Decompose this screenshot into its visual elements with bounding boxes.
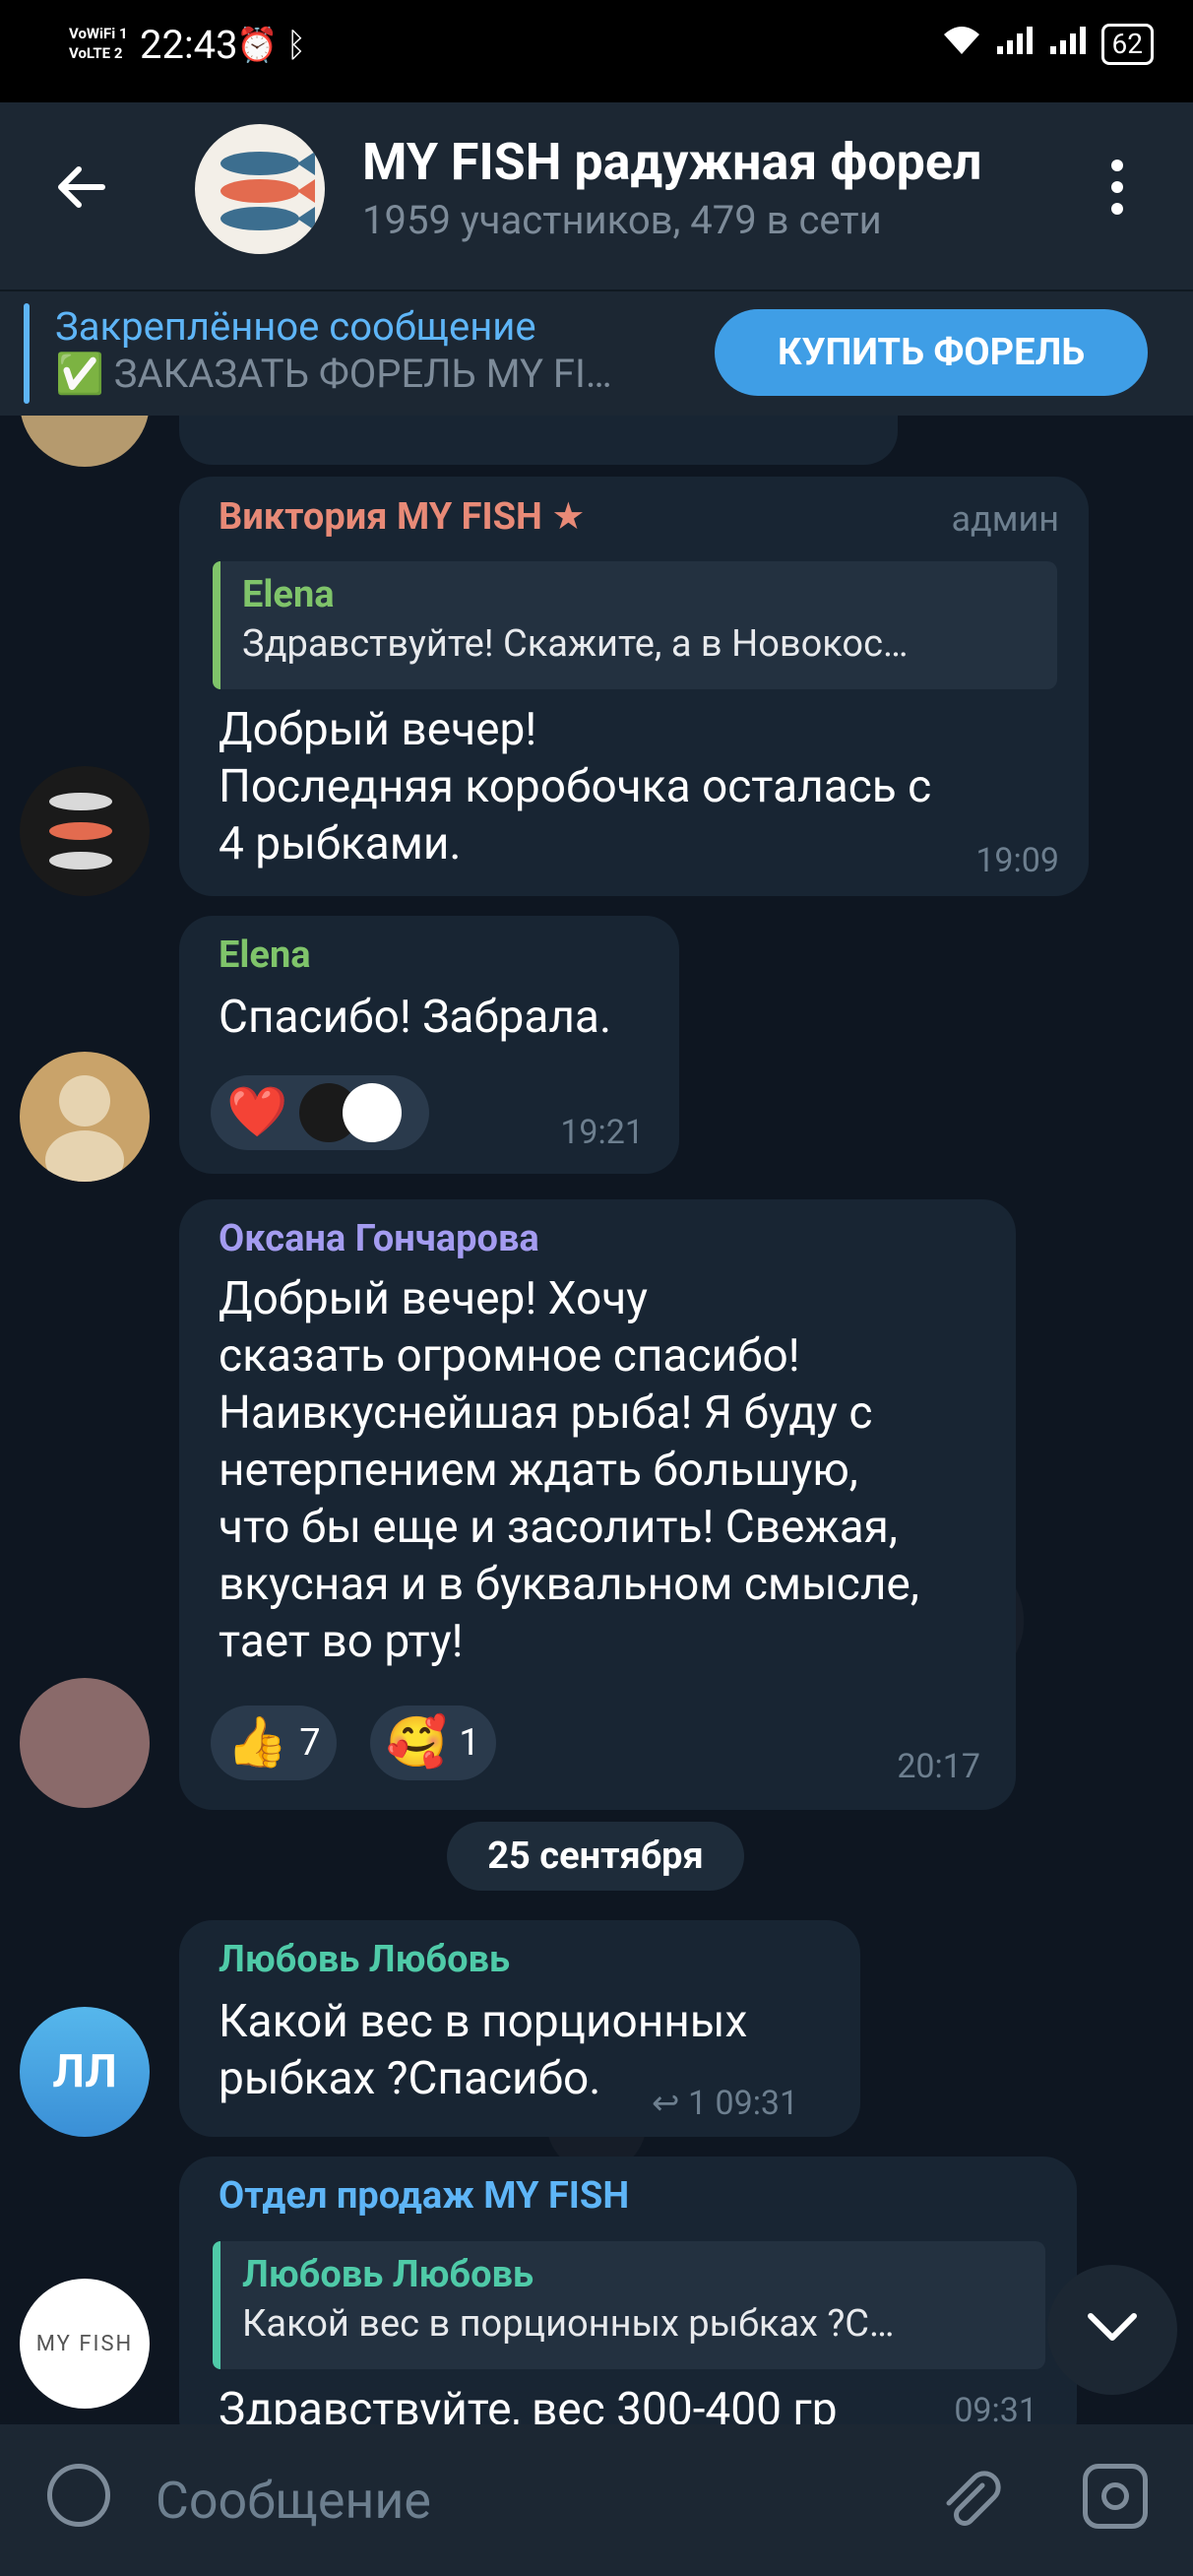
- avatar[interactable]: [20, 416, 150, 467]
- message-input[interactable]: [154, 2458, 847, 2543]
- back-arrow-icon[interactable]: [53, 160, 108, 228]
- signal-icon: [995, 25, 1035, 64]
- emoji-icon[interactable]: [47, 2464, 110, 2527]
- network-1: VoWiFi 1: [69, 25, 128, 42]
- message-meta: ↩ 1 09:31: [652, 2084, 798, 2123]
- pinned-title: Закреплённое сообщение: [55, 303, 536, 350]
- camera-icon[interactable]: [1083, 2464, 1148, 2529]
- quote-text: Какой вес в порционных рыбках ?С…: [242, 2302, 895, 2346]
- avatar-lyubov[interactable]: ЛЛ: [20, 2007, 150, 2137]
- message-bubble[interactable]: Отдел продаж MY FISH Любовь Любовь Какой…: [179, 2157, 1077, 2424]
- reply-quote[interactable]: Elena Здравствуйте! Скажите, а в Новокос…: [213, 561, 1057, 689]
- chat-subtitle: 1959 участников, 479 в сети: [362, 197, 882, 243]
- sender-name[interactable]: Любовь Любовь: [219, 1938, 510, 1981]
- heart-emoji: ❤️: [226, 1084, 288, 1141]
- scroll-down-button[interactable]: [1047, 2265, 1177, 2395]
- quote-name: Elena: [242, 573, 335, 616]
- message-text: Добрый вечер! Последняя коробочка остала…: [219, 703, 932, 870]
- wifi-icon: [942, 25, 981, 64]
- reaction-chip[interactable]: ❤️: [211, 1075, 429, 1150]
- avatar-oksana[interactable]: [20, 1678, 150, 1808]
- message-text: Спасибо! Забрала.: [219, 991, 612, 1044]
- reaction-count: 7: [299, 1721, 321, 1765]
- message-time: 20:17: [897, 1747, 980, 1786]
- reply-quote[interactable]: Любовь Любовь Какой вес в порционных рыб…: [213, 2241, 1045, 2369]
- message-text: Добрый вечер! Хочу сказать огромное спас…: [219, 1272, 919, 1668]
- status-bar: VoWiFi 1 VoLTE 2 22:43 ⏰ ᛒ 62: [0, 0, 1193, 102]
- reply-icon: ↩: [652, 2084, 680, 2123]
- pinned-text: ✅ ЗАКАЗАТЬ ФОРЕЛЬ MY FI…: [55, 351, 612, 397]
- clock: 22:43: [140, 22, 238, 68]
- message-time: 19:09: [975, 841, 1059, 880]
- message-time: 09:31: [715, 2084, 799, 2123]
- signal-2-icon: [1048, 25, 1088, 64]
- avatar-elena[interactable]: [20, 1052, 150, 1182]
- thumbs-up-emoji: 👍: [226, 1714, 288, 1771]
- avatar-sales[interactable]: MY FISH: [20, 2279, 150, 2409]
- chat-title[interactable]: MY FISH радужная форел: [362, 132, 1051, 192]
- message-time: 09:31: [954, 2391, 1037, 2424]
- network-labels: VoWiFi 1 VoLTE 2: [69, 24, 128, 63]
- chat-header: MY FISH радужная форел 1959 участников, …: [0, 102, 1193, 290]
- attach-icon[interactable]: [935, 2464, 1004, 2548]
- reactor-avatars: [299, 1083, 403, 1142]
- sender-name[interactable]: Оксана Гончарова: [219, 1217, 539, 1260]
- message-bubble[interactable]: Оксана Гончарова Добрый вечер! Хочу сказ…: [179, 1199, 1016, 1810]
- battery-icon: 62: [1100, 24, 1154, 65]
- alarm-bluetooth-icons: ⏰ ᛒ: [236, 26, 307, 65]
- group-avatar[interactable]: [195, 124, 325, 254]
- quote-bar: [213, 561, 220, 689]
- status-right: 62: [942, 24, 1154, 65]
- message-bubble[interactable]: Любовь Любовь Какой вес в порционных рыб…: [179, 1920, 860, 2137]
- pinned-indicator: [24, 303, 30, 404]
- chat-area[interactable]: Виктория MY FISH ★ админ Elena Здравству…: [0, 416, 1193, 2424]
- reaction-count: 1: [459, 1721, 480, 1765]
- star-icon: ★: [551, 495, 586, 539]
- reply-count: 1: [687, 2084, 708, 2123]
- message-bubble-partial[interactable]: [179, 416, 898, 465]
- message-time: 19:21: [560, 1113, 644, 1152]
- reaction-chip[interactable]: 👍 7: [211, 1706, 337, 1780]
- admin-badge: админ: [951, 498, 1059, 540]
- sender-name[interactable]: Отдел продаж MY FISH: [219, 2174, 629, 2218]
- chevron-down-icon: [1083, 2308, 1142, 2351]
- message-text: Здравствуйте, вес 300-400 гр: [219, 2383, 838, 2424]
- quote-bar: [213, 2241, 220, 2369]
- avatar: [343, 1083, 403, 1142]
- avatar-viktoria[interactable]: [20, 766, 150, 896]
- buy-trout-button[interactable]: КУПИТЬ ФОРЕЛЬ: [715, 309, 1148, 396]
- date-separator: 25 сентября: [447, 1822, 744, 1891]
- more-vert-icon[interactable]: [1102, 160, 1132, 225]
- reaction-chip[interactable]: 🥰 1: [370, 1706, 496, 1780]
- message-input-bar: [0, 2424, 1193, 2576]
- message-bubble[interactable]: Elena Спасибо! Забрала. ❤️ 19:21: [179, 916, 679, 1174]
- sender-name[interactable]: Elena: [219, 934, 311, 977]
- quote-text: Здравствуйте! Скажите, а в Новокос…: [242, 622, 909, 666]
- sender-name[interactable]: Виктория MY FISH ★: [219, 494, 585, 539]
- network-2: VoLTE 2: [69, 44, 123, 62]
- quote-name: Любовь Любовь: [242, 2253, 534, 2296]
- message-bubble[interactable]: Виктория MY FISH ★ админ Elena Здравству…: [179, 477, 1089, 896]
- smiling-hearts-emoji: 🥰: [386, 1714, 448, 1771]
- pinned-message-bar[interactable]: Закреплённое сообщение ✅ ЗАКАЗАТЬ ФОРЕЛЬ…: [0, 290, 1193, 418]
